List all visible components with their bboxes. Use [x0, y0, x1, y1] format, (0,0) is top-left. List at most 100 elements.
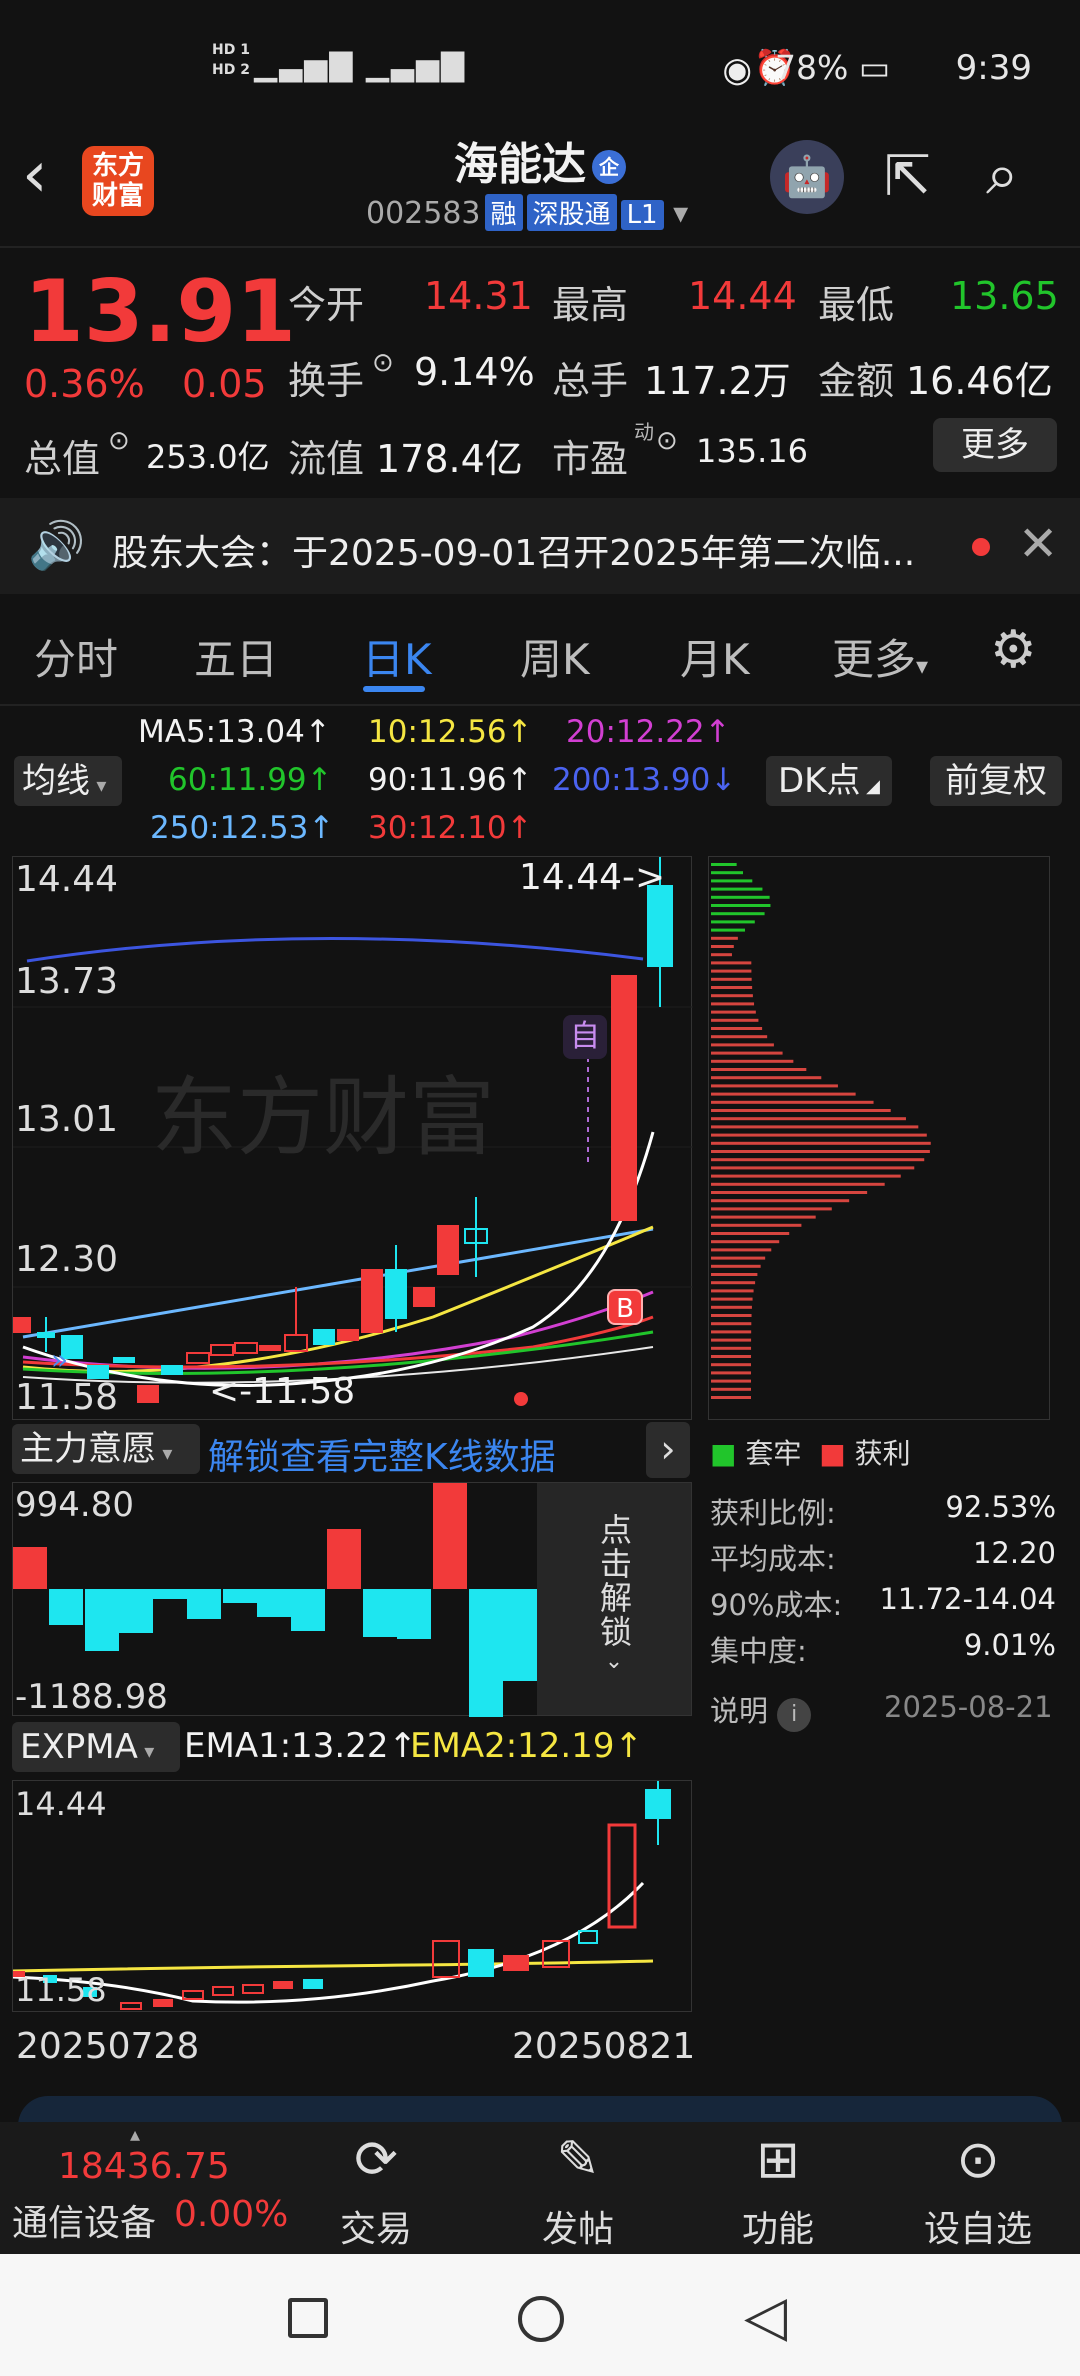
- tab-intraday[interactable]: 分时: [34, 626, 118, 687]
- notice-banner[interactable]: 🔊 股东大会：于2025-09-01召开2025年第二次临... ✕: [0, 498, 1080, 594]
- gear-icon[interactable]: ⚙: [990, 620, 1037, 680]
- sector-name[interactable]: 通信设备: [12, 2194, 156, 2246]
- y-axis-tick: 13.73: [15, 961, 119, 1002]
- nav-post[interactable]: 发帖: [508, 2200, 648, 2252]
- ma60-value: 60:11.99↑: [168, 762, 333, 798]
- back-triangle-icon[interactable]: ◁: [744, 2284, 787, 2349]
- chip-bar: [711, 1363, 752, 1367]
- ma-selector[interactable]: 均线 ▾: [14, 756, 122, 806]
- main-force-max: 994.80: [15, 1485, 134, 1525]
- info-icon[interactable]: ⊙: [372, 348, 394, 378]
- pe-label: 市盈: [552, 437, 629, 481]
- ma200-value: 200:13.90↓: [552, 762, 737, 798]
- chip-bar: [711, 1109, 891, 1112]
- chip-bar: [711, 1289, 754, 1293]
- chip-bar: [711, 1084, 838, 1088]
- divider: [0, 246, 1080, 248]
- assistant-robot-icon[interactable]: 🤖: [770, 140, 844, 214]
- chip-bar: [711, 1264, 761, 1268]
- chip-bar: [711, 1133, 927, 1137]
- info-icon[interactable]: ⊙: [656, 426, 678, 456]
- sector-pct: 0.00%: [174, 2194, 289, 2235]
- expand-left-icon[interactable]: »: [51, 1343, 68, 1376]
- chip-bar: [711, 1314, 752, 1317]
- nav-trade[interactable]: 交易: [306, 2200, 446, 2252]
- chevron-up-icon[interactable]: ▴: [130, 2122, 140, 2146]
- chip-note[interactable]: 说明 i: [710, 1688, 812, 1732]
- stock-code-row[interactable]: 002583 融深股通 L1 ▾: [366, 194, 688, 231]
- chip-bar: [711, 1240, 780, 1244]
- low-marker: <-11.58: [209, 1371, 356, 1412]
- self-select-tag[interactable]: 自: [563, 1015, 607, 1059]
- chip-bar: [711, 1117, 906, 1121]
- chip-bar: [711, 1338, 752, 1342]
- ma5-value: MA5:13.04↑: [138, 714, 331, 750]
- ma30-value: 30:12.10↑: [368, 810, 533, 846]
- post-icon[interactable]: ✎: [508, 2130, 648, 2190]
- chevron-right-icon[interactable]: ›: [646, 1422, 690, 1478]
- ema1-value: EMA1:13.22↑: [184, 1726, 417, 1766]
- chip-bar: [711, 1387, 752, 1391]
- y-axis-tick: 14.44: [15, 859, 119, 900]
- chip-bar: [711, 1076, 822, 1080]
- nav-function[interactable]: 功能: [708, 2200, 848, 2252]
- notice-text[interactable]: 股东大会：于2025-09-01召开2025年第二次临...: [112, 524, 915, 576]
- status-bar: HD 1 HD 2 ▁▃▅▇ ▁▃▅▇ ◉ ⏰ 78% ▭ 9:39: [0, 0, 1080, 130]
- unlock-overlay[interactable]: 点击解锁 ⌄: [537, 1483, 691, 1715]
- indicator-selector[interactable]: 主力意愿 ▾: [12, 1424, 200, 1474]
- chip-bar: [711, 1092, 856, 1096]
- home-icon[interactable]: [518, 2296, 564, 2342]
- sector-index-value[interactable]: 18436.75: [58, 2146, 230, 2187]
- nav-add-watchlist[interactable]: 设自选: [908, 2200, 1048, 2252]
- chip-bar: [711, 1182, 885, 1186]
- expma-selector[interactable]: EXPMA ▾: [12, 1722, 180, 1772]
- y-axis-tick: 12.30: [15, 1239, 119, 1280]
- volume-label: 总手: [552, 359, 629, 403]
- trade-icon[interactable]: ⟳: [306, 2130, 446, 2190]
- chip-bar: [711, 936, 738, 940]
- close-icon[interactable]: ✕: [1018, 516, 1058, 572]
- recents-icon[interactable]: [288, 2298, 328, 2338]
- sim-indicator: HD 1 HD 2: [212, 42, 250, 78]
- chip-bar: [711, 1035, 768, 1039]
- expma-y-bottom: 11.58: [15, 1971, 107, 2009]
- chip-legend: ■ 套牢 ■ 获利: [710, 1437, 911, 1470]
- tab-more[interactable]: 更多▾: [832, 626, 928, 687]
- pe-superscript: 动: [634, 420, 654, 444]
- chip-bar: [711, 1371, 752, 1375]
- y-axis-tick: 11.58: [15, 1377, 119, 1418]
- chip-bar: [711, 1125, 919, 1129]
- more-button[interactable]: 更多: [933, 418, 1057, 472]
- chip-bar: [711, 895, 770, 899]
- chip-bar: [711, 912, 765, 916]
- chip-svg: [711, 863, 931, 1399]
- tab-five-day[interactable]: 五日: [194, 626, 278, 687]
- chip-bar: [711, 994, 753, 998]
- info-icon: i: [777, 1698, 812, 1732]
- profit-ratio-label: 获利比例:: [710, 1496, 836, 1530]
- function-grid-icon[interactable]: ⊞: [708, 2130, 848, 2190]
- main-force-chart[interactable]: 994.80 -1188.98 点击解锁 ⌄: [12, 1482, 692, 1717]
- expma-chart[interactable]: 14.44 11.58: [12, 1780, 692, 2012]
- chip-bar: [711, 879, 753, 883]
- unlock-link[interactable]: 解锁查看完整K线数据: [208, 1428, 556, 1480]
- low-value: 13.65: [950, 274, 1059, 318]
- buy-signal-tag[interactable]: B: [607, 1289, 643, 1325]
- search-icon[interactable]: ⌕: [986, 140, 1018, 209]
- kline-chart[interactable]: 东方财富 14.44 13.73 13.01 12.30 11.58 14.44…: [12, 856, 693, 1420]
- tab-monthly-k[interactable]: 月K: [680, 626, 750, 687]
- chip-bar: [711, 969, 752, 973]
- share-icon[interactable]: ⇱: [884, 144, 931, 209]
- watchlist-icon[interactable]: ⊙: [908, 2130, 1048, 2190]
- info-icon[interactable]: ⊙: [108, 426, 130, 456]
- ma20-value: 20:12.22↑: [566, 714, 731, 750]
- adjust-button[interactable]: 前复权: [930, 756, 1062, 806]
- dk-button[interactable]: DK点 ◢: [766, 756, 892, 806]
- tab-weekly-k[interactable]: 周K: [520, 626, 590, 687]
- open-label: 今开: [288, 283, 365, 327]
- tab-daily-k[interactable]: 日K: [362, 626, 432, 687]
- chip-bar: [711, 977, 752, 981]
- main-force-min: -1188.98: [15, 1677, 168, 1717]
- chip-bar: [711, 1232, 790, 1235]
- chip-bar: [711, 1043, 774, 1047]
